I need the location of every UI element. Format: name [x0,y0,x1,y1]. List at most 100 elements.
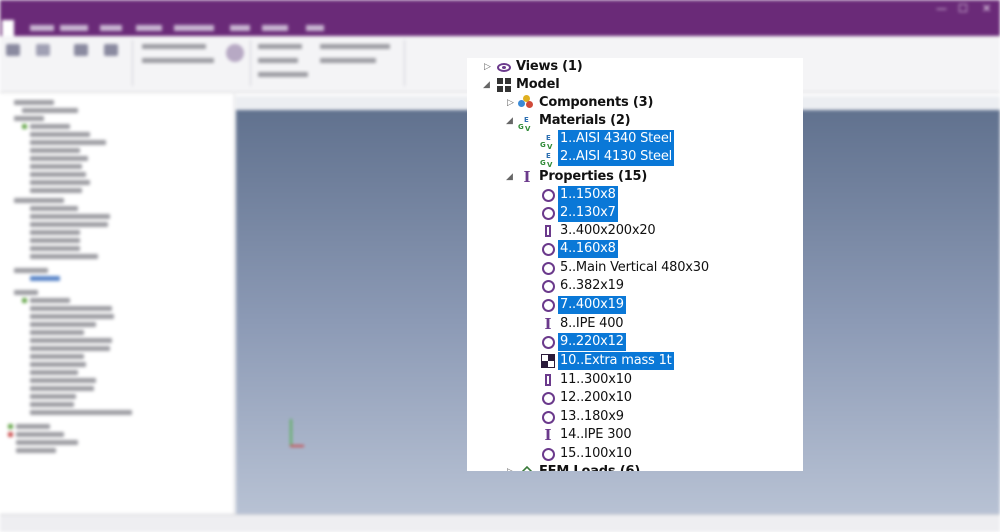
property-label: 4..160x8 [558,240,618,258]
ribbon-item[interactable] [142,44,206,49]
ribbon-item[interactable] [320,58,376,63]
menu-item[interactable] [230,25,250,31]
close-icon[interactable]: ✕ [982,2,991,15]
menu-item[interactable] [306,25,324,31]
ribbon-button[interactable] [104,44,118,56]
menu-item[interactable] [60,25,88,31]
tree-node-properties[interactable]: ◢ I Properties (15) [467,168,797,186]
left-model-tree [0,94,235,514]
ribbon-item[interactable] [258,44,302,49]
property-label: 10..Extra mass 1t [558,352,674,370]
ribbon-button[interactable] [226,44,244,62]
property-label: 11..300x10 [560,372,632,387]
property-label: 8..IPE 400 [560,316,624,331]
i-beam-icon: I [544,426,552,444]
property-item[interactable]: 1..150x8 [467,186,797,204]
property-label: 6..382x19 [560,278,624,293]
material-icon: EGV [540,134,553,151]
circle-tube-icon [540,205,556,221]
collapse-arrow-icon[interactable]: ◢ [483,76,490,94]
properties-label: Properties (15) [539,169,648,184]
menu-item[interactable] [100,25,122,31]
circle-tube-icon [540,260,556,276]
rectangle-tube-icon [540,223,556,239]
ribbon-item[interactable] [258,72,308,77]
property-label: 14..IPE 300 [560,427,632,442]
expand-arrow-icon[interactable]: ▷ [507,94,514,112]
circle-tube-icon [540,278,556,294]
property-label: 9..220x12 [558,333,626,351]
property-item[interactable]: 11..300x10 [467,371,797,389]
collapse-arrow-icon[interactable]: ◢ [506,168,513,186]
property-item[interactable]: 9..220x12 [467,333,797,351]
property-label: 3..400x200x20 [560,223,656,238]
circle-tube-icon [540,390,556,406]
property-label: 13..180x9 [560,409,624,424]
property-item[interactable]: 10..Extra mass 1t [467,352,797,370]
point-mass-icon [540,353,556,369]
ribbon-item[interactable] [258,58,298,63]
maximize-icon[interactable]: ☐ [958,2,968,15]
circle-tube-icon [540,446,556,462]
material-label: 1..AISI 4340 Steel [558,130,675,148]
material-label: 2..AISI 4130 Steel [558,148,675,166]
property-item[interactable]: I 14..IPE 300 [467,426,797,444]
expand-arrow-icon[interactable]: ▷ [507,463,514,471]
circle-tube-icon [540,409,556,425]
property-label: 5..Main Vertical 480x30 [560,260,709,275]
property-label: 12..200x10 [560,390,632,405]
components-label: Components (3) [539,95,654,110]
expand-arrow-icon[interactable]: ▷ [484,58,491,76]
ribbon-separator [250,40,251,86]
menu-file[interactable] [2,20,14,36]
property-item[interactable]: 6..382x19 [467,277,797,295]
i-beam-icon: I [544,315,552,333]
material-icon: EGV [540,152,553,169]
property-item[interactable]: 7..400x19 [467,296,797,314]
property-item[interactable]: 3..400x200x20 [467,222,797,240]
material-icon: EGV [518,116,531,133]
property-item[interactable]: 12..200x10 [467,389,797,407]
tree-node-views[interactable]: ▷ Views (1) [467,58,797,76]
i-beam-icon: I [523,168,531,186]
x-axis-indicator [290,445,304,447]
menu-bar [0,20,1000,36]
ribbon-button[interactable] [36,44,50,56]
tree-node-model[interactable]: ◢ Model [467,76,797,94]
property-item[interactable]: 5..Main Vertical 480x30 [467,259,797,277]
components-icon [518,95,534,111]
collapse-arrow-icon[interactable]: ◢ [506,112,513,130]
model-tree-panel: ▷ Views (1) ◢ Model ▷ Components (3) ◢ E… [467,58,803,471]
property-item[interactable]: 2..130x7 [467,204,797,222]
circle-tube-icon [540,297,556,313]
ribbon-separator [132,40,133,86]
property-label: 7..400x19 [558,296,626,314]
property-item[interactable]: I 8..IPE 400 [467,315,797,333]
property-label: 15..100x10 [560,446,632,461]
y-axis-indicator [290,419,292,447]
tree-node-materials[interactable]: ◢ EGV Materials (2) [467,112,797,133]
ribbon-button[interactable] [6,44,20,56]
eye-icon [496,59,512,75]
ribbon-item[interactable] [320,44,390,49]
property-item[interactable]: 4..160x8 [467,240,797,258]
menu-item[interactable] [136,25,162,31]
fem-loads-label: FEM Loads (6) [537,463,642,471]
tree-node-fem-loads[interactable]: ▷ FEM Loads (6) [467,463,797,471]
property-item[interactable]: 15..100x10 [467,445,797,463]
ribbon-button[interactable] [74,44,88,56]
title-bar: — ☐ ✕ [0,0,1000,20]
material-item[interactable]: EGV 2..AISI 4130 Steel [467,148,797,169]
circle-tube-icon [540,187,556,203]
menu-item[interactable] [174,25,214,31]
menu-item[interactable] [30,25,54,31]
model-label: Model [516,77,560,92]
property-item[interactable]: 13..180x9 [467,408,797,426]
ribbon-item[interactable] [142,58,214,63]
material-item[interactable]: EGV 1..AISI 4340 Steel [467,130,797,151]
menu-item[interactable] [262,25,288,31]
property-label: 1..150x8 [558,186,618,204]
property-label: 2..130x7 [558,204,618,222]
minimize-icon[interactable]: — [936,2,947,15]
tree-node-components[interactable]: ▷ Components (3) [467,94,797,112]
